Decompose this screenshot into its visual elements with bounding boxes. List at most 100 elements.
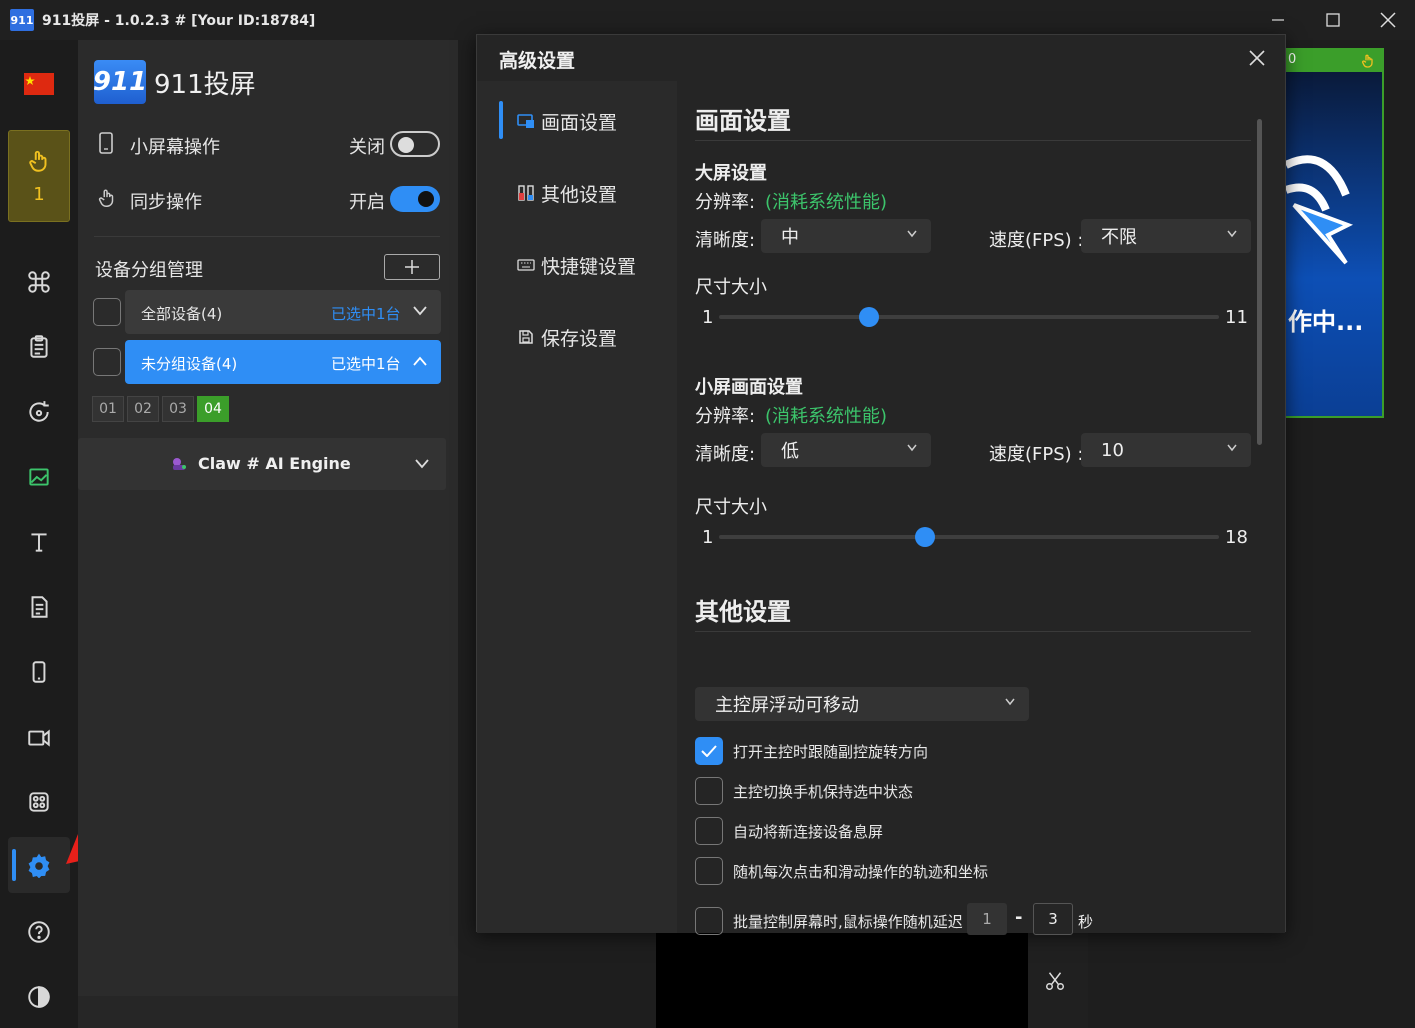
brand-logo-icon: 911 (93, 60, 147, 104)
text-input-button[interactable] (8, 514, 70, 570)
float-mode-select[interactable]: 主控屏浮动可移动 (695, 687, 1029, 721)
record-button[interactable] (8, 709, 70, 765)
nav-other-settings[interactable]: 其他设置 (517, 173, 617, 213)
phone-small-icon (99, 132, 113, 154)
option-label: 自动将新连接设备息屏 (733, 822, 884, 841)
option-label: 主控切换手机保持选中状态 (733, 782, 914, 801)
small-size-slider-track[interactable] (719, 535, 1219, 539)
close-window-button[interactable] (1360, 0, 1415, 40)
clipboard-button[interactable] (8, 319, 70, 375)
scrollbar-thumb[interactable] (1257, 119, 1262, 445)
divider (695, 631, 1251, 632)
section-display-title: 画面设置 (695, 107, 791, 135)
device-screen-card[interactable]: 0 作中... (1284, 48, 1384, 418)
text-icon (31, 533, 47, 552)
option-random-trajectory[interactable]: 随机每次点击和滑动操作的轨迹和坐标 (695, 857, 988, 885)
nav-display-settings[interactable]: 画面设置 (517, 101, 617, 141)
option-follow-rotation[interactable]: 打开主控时跟随副控旋转方向 (695, 737, 928, 765)
big-fps-label: 速度(FPS) : (989, 230, 1084, 251)
close-icon (1249, 50, 1265, 66)
dialog-close-button[interactable] (1237, 43, 1277, 73)
language-button[interactable] (8, 56, 70, 112)
save-icon (517, 328, 535, 346)
option-label: 打开主控时跟随副控旋转方向 (733, 742, 929, 761)
touch-mode-button[interactable]: 1 (8, 130, 70, 222)
sliders-icon (517, 184, 535, 202)
advanced-settings-dialog: 高级设置 画面设置 其他设置 快捷键设置 保存设置 画面设置 大屏设置 分辨率:… (476, 34, 1286, 935)
device-status-text: 作中... (1288, 308, 1364, 336)
big-resolution-label: 分辨率: (695, 192, 756, 213)
sync-toggle[interactable] (390, 186, 440, 212)
device-chip-01[interactable]: 01 (92, 396, 124, 422)
delay-dash: - (1015, 907, 1023, 928)
select-value: 不限 (1101, 227, 1137, 248)
active-indicator (12, 849, 16, 881)
delay-unit: 秒 (1078, 913, 1094, 931)
device-chip-04[interactable]: 04 (197, 396, 229, 422)
touch-icon (1361, 54, 1373, 68)
close-icon (1379, 12, 1396, 28)
delay-min-input[interactable]: 1 (967, 903, 1007, 935)
touch-icon (29, 150, 47, 172)
big-clarity-label: 清晰度: (695, 230, 756, 251)
group-all-checkbox[interactable] (93, 298, 121, 326)
chevron-down-icon (907, 230, 917, 238)
add-group-button[interactable] (384, 254, 440, 280)
contrast-icon (28, 986, 50, 1008)
screenshot-button[interactable] (8, 449, 70, 505)
small-fps-select[interactable]: 10 (1081, 433, 1251, 467)
maximize-button[interactable] (1305, 0, 1360, 40)
option-auto-screen-off[interactable]: 自动将新连接设备息屏 (695, 817, 883, 845)
option-checkbox[interactable] (695, 737, 723, 765)
device-chip-02[interactable]: 02 (127, 396, 159, 422)
big-size-min: 1 (702, 307, 714, 328)
group-ungrouped-checkbox[interactable] (93, 348, 121, 376)
device-chip-03[interactable]: 03 (162, 396, 194, 422)
big-fps-select[interactable]: 不限 (1081, 219, 1251, 253)
minimize-icon (1271, 19, 1284, 21)
nav-shortcut-settings[interactable]: 快捷键设置 (517, 245, 636, 285)
theme-button[interactable] (8, 969, 70, 1025)
option-random-delay[interactable]: 批量控制屏幕时,鼠标操作随机延迟 (695, 907, 963, 935)
group-ungrouped-selected: 已选中1台 (331, 355, 401, 373)
document-icon (31, 596, 48, 618)
big-size-slider-thumb[interactable] (859, 307, 879, 327)
option-checkbox[interactable] (695, 777, 723, 805)
settings-content: 画面设置 大屏设置 分辨率: (消耗系统性能) 清晰度: 中 速度(FPS) :… (677, 81, 1285, 935)
group-all-row[interactable]: 全部设备(4) 已选中1台 (125, 290, 441, 334)
script-button[interactable] (8, 579, 70, 635)
sync-label: 同步操作 (130, 192, 202, 213)
group-ungrouped-row[interactable]: 未分组设备(4) 已选中1台 (125, 340, 441, 384)
phone-button[interactable] (8, 644, 70, 700)
app-logo-icon: 911 (10, 9, 34, 31)
monitor-icon (517, 112, 535, 130)
maximize-icon (1325, 13, 1340, 27)
option-checkbox[interactable] (695, 817, 723, 845)
small-clarity-select[interactable]: 低 (761, 433, 931, 467)
option-checkbox[interactable] (695, 857, 723, 885)
rotate-button[interactable] (8, 384, 70, 440)
option-checkbox[interactable] (695, 907, 723, 935)
toggle-knob (418, 191, 434, 207)
divider (695, 140, 1251, 141)
small-size-slider-thumb[interactable] (914, 527, 935, 547)
big-size-slider-track[interactable] (719, 315, 1219, 319)
group-manage-title: 设备分组管理 (95, 260, 203, 281)
cursor-wave-icon (1286, 155, 1354, 265)
chevron-down-icon (413, 306, 427, 316)
small-screen-toggle[interactable] (390, 131, 440, 157)
scissors-icon[interactable] (1044, 970, 1066, 992)
big-clarity-select[interactable]: 中 (761, 219, 931, 253)
claw-engine-row[interactable]: Claw # AI Engine (78, 438, 446, 490)
command-button[interactable] (8, 254, 70, 310)
help-button[interactable] (8, 904, 70, 960)
small-size-min: 1 (702, 527, 714, 548)
option-keep-selection[interactable]: 主控切换手机保持选中状态 (695, 777, 913, 805)
nav-label: 快捷键设置 (541, 255, 637, 278)
nav-save-settings[interactable]: 保存设置 (517, 317, 617, 357)
rotate-icon (29, 401, 49, 422)
flag-cn-icon (24, 73, 54, 95)
big-size-max: 11 (1225, 307, 1248, 328)
delay-max-input[interactable]: 3 (1033, 903, 1073, 935)
nav-label: 保存设置 (541, 327, 618, 350)
